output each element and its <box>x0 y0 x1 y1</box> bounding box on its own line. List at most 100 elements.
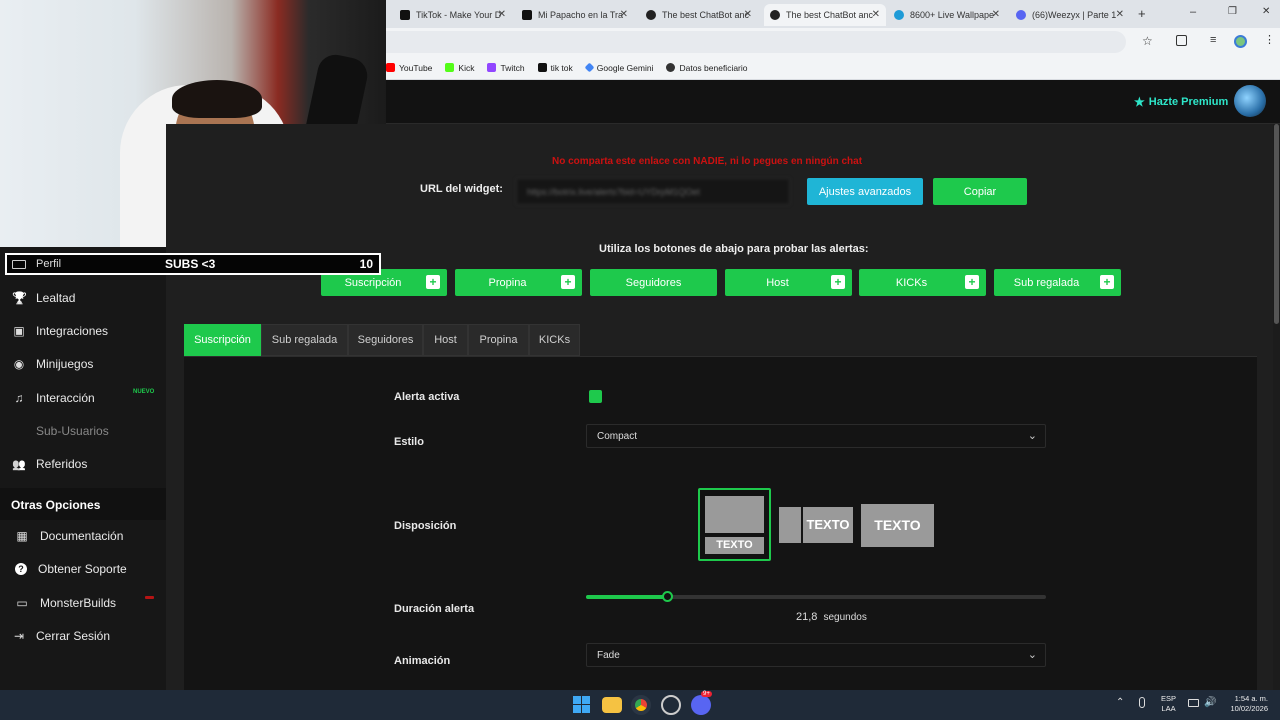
image-placeholder-icon <box>779 507 801 543</box>
volume-icon[interactable]: 🔊 <box>1204 697 1216 708</box>
users-icon: 👥 <box>12 458 26 471</box>
sidebar-item-referidos[interactable]: 👥 Referidos <box>0 449 166 479</box>
slider-handle[interactable] <box>662 591 673 602</box>
style-select[interactable]: Compact ⌄ <box>586 424 1046 448</box>
layout-option-stacked[interactable]: TEXTO <box>698 488 771 561</box>
bookmark-gemini[interactable]: Google Gemini <box>584 63 653 73</box>
bookmark-youtube[interactable]: YouTube <box>386 63 432 73</box>
close-window-button[interactable]: ✕ <box>1262 6 1270 17</box>
new-badge: NUEVO <box>133 389 155 395</box>
clock[interactable]: 1:54 a. m. 10/02/2026 <box>1222 694 1268 714</box>
duration-slider[interactable] <box>586 591 1046 602</box>
youtube-icon <box>386 63 395 72</box>
sidebar-item-perfil-label[interactable]: Perfil <box>12 258 61 270</box>
bookmark-tiktok[interactable]: tik tok <box>537 63 573 73</box>
app-icon[interactable] <box>661 695 681 715</box>
bookmark-kick[interactable]: Kick <box>445 63 474 73</box>
image-placeholder-icon <box>705 496 764 533</box>
alert-active-checkbox[interactable] <box>589 390 602 403</box>
globe-icon <box>666 63 676 72</box>
test-host-button[interactable]: Host + <box>725 269 852 296</box>
browser-tab-4-active[interactable]: The best ChatBot anc ✕ <box>764 4 886 26</box>
monitor-icon: ▭ <box>16 596 28 610</box>
file-explorer-icon[interactable] <box>602 697 622 713</box>
browser-tab-6[interactable]: (66)Weezyx | Parte 1 ✕ <box>1010 4 1130 26</box>
sidebar-item-soporte[interactable]: ? Obtener Soporte <box>0 554 166 584</box>
chrome-icon[interactable] <box>631 695 651 715</box>
tab-suscripcion[interactable]: Suscripción <box>184 324 261 356</box>
new-tab-button[interactable]: + <box>1138 6 1146 21</box>
plus-icon: + <box>426 275 440 289</box>
menu-icon[interactable]: ⋮ <box>1264 33 1275 46</box>
profile-icon[interactable] <box>1234 35 1247 48</box>
close-icon[interactable]: ✕ <box>992 9 1000 20</box>
browser-tab-2[interactable]: Mi Papacho en la Tra ✕ <box>516 4 634 26</box>
test-sub-regalada-button[interactable]: Sub regalada + <box>994 269 1121 296</box>
test-propina-button[interactable]: Propina + <box>455 269 582 296</box>
close-icon[interactable]: ✕ <box>744 9 752 20</box>
page-scrollbar[interactable] <box>1273 124 1280 690</box>
bookmark-twitch[interactable]: Twitch <box>487 63 525 73</box>
sidebar-item-interaccion[interactable]: ♫ Interacción NUEVO <box>0 383 166 413</box>
book-icon: ▦ <box>16 529 28 543</box>
widget-url-field[interactable]: https://botrix.live/alerts?bid=UYDrpM1QO… <box>516 178 790 205</box>
minimize-button[interactable]: – <box>1190 6 1196 18</box>
layout-option-overlay[interactable]: TEXTO <box>861 504 934 547</box>
bookmark-datos[interactable]: Datos beneficiario <box>666 63 748 73</box>
tab-host[interactable]: Host <box>423 324 468 356</box>
subs-counter-overlay: SUBS <3 10 <box>5 253 381 275</box>
test-seguidores-button[interactable]: Seguidores <box>590 269 717 296</box>
discord-icon[interactable]: 9+ <box>691 691 712 715</box>
animation-select[interactable]: Fade ⌄ <box>586 643 1046 667</box>
sidebar-item-sub-usuarios[interactable]: Sub-Usuarios <box>0 416 166 446</box>
scrollbar-thumb[interactable] <box>1274 124 1279 324</box>
logout-icon: ⇥ <box>13 629 25 643</box>
advanced-settings-button[interactable]: Ajustes avanzados <box>807 178 923 205</box>
close-icon[interactable]: ✕ <box>620 9 628 20</box>
sidebar: ▤Perfil 🏆Lealtad ▣Integraciones ◉Minijue… <box>0 247 166 690</box>
duration-readout: 21,8 segundos <box>796 611 867 623</box>
browser-tab-3[interactable]: The best ChatBot anc ✕ <box>640 4 758 26</box>
premium-link[interactable]: ★ Hazte Premium <box>1134 95 1228 109</box>
plug-icon: ▣ <box>13 324 25 338</box>
windows-start-icon[interactable] <box>573 696 590 713</box>
wallpaper-icon <box>894 10 904 20</box>
close-icon[interactable]: ✕ <box>498 9 506 20</box>
tab-seguidores[interactable]: Seguidores <box>348 324 423 356</box>
sidebar-item-cerrar-sesion[interactable]: ⇥ Cerrar Sesión <box>0 621 166 651</box>
media-icon[interactable]: ≡ <box>1210 34 1216 46</box>
red-dot <box>145 596 154 599</box>
bookmark-star-icon[interactable]: ☆ <box>1142 34 1153 48</box>
language-indicator[interactable]: ESP LAA <box>1161 694 1176 714</box>
tab-kicks[interactable]: KICKs <box>529 324 580 356</box>
botrix-icon <box>770 10 780 20</box>
test-kicks-button[interactable]: KICKs + <box>859 269 986 296</box>
close-icon[interactable]: ✕ <box>1116 9 1124 20</box>
person-hair <box>172 80 262 118</box>
url-input[interactable] <box>386 31 1126 53</box>
plus-icon: + <box>1100 275 1114 289</box>
sidebar-item-minijuegos[interactable]: ◉ Minijuegos <box>0 349 166 379</box>
copy-button[interactable]: Copiar <box>933 178 1027 205</box>
test-instruction: Utiliza los botones de abajo para probar… <box>599 243 869 255</box>
close-icon[interactable]: ✕ <box>872 9 880 20</box>
tab-sub-regalada[interactable]: Sub regalada <box>261 324 348 356</box>
browser-tab-5[interactable]: 8600+ Live Wallpape ✕ <box>888 4 1006 26</box>
layout-option-inline[interactable]: TEXTO <box>779 507 853 543</box>
sidebar-item-lealtad[interactable]: 🏆 Lealtad <box>0 283 166 313</box>
plus-icon: + <box>965 275 979 289</box>
microphone-icon[interactable] <box>1139 697 1145 708</box>
network-icon[interactable] <box>1188 699 1199 707</box>
sidebar-item-integraciones[interactable]: ▣ Integraciones <box>0 316 166 346</box>
alert-active-label: Alerta activa <box>394 391 460 403</box>
sidebar-item-documentacion[interactable]: ▦ Documentación <box>0 521 166 551</box>
extensions-icon[interactable] <box>1176 35 1187 46</box>
sidebar-item-monsterbuilds[interactable]: ▭ MonsterBuilds <box>0 588 166 618</box>
star-icon: ★ <box>1134 95 1145 109</box>
browser-tab-1[interactable]: TikTok - Make Your D ✕ <box>394 4 512 26</box>
maximize-button[interactable]: ❐ <box>1228 6 1237 17</box>
tray-chevron-icon[interactable]: ⌃ <box>1116 697 1124 708</box>
tab-propina[interactable]: Propina <box>468 324 529 356</box>
gamepad-icon: ◉ <box>13 357 25 371</box>
avatar[interactable] <box>1234 85 1266 117</box>
